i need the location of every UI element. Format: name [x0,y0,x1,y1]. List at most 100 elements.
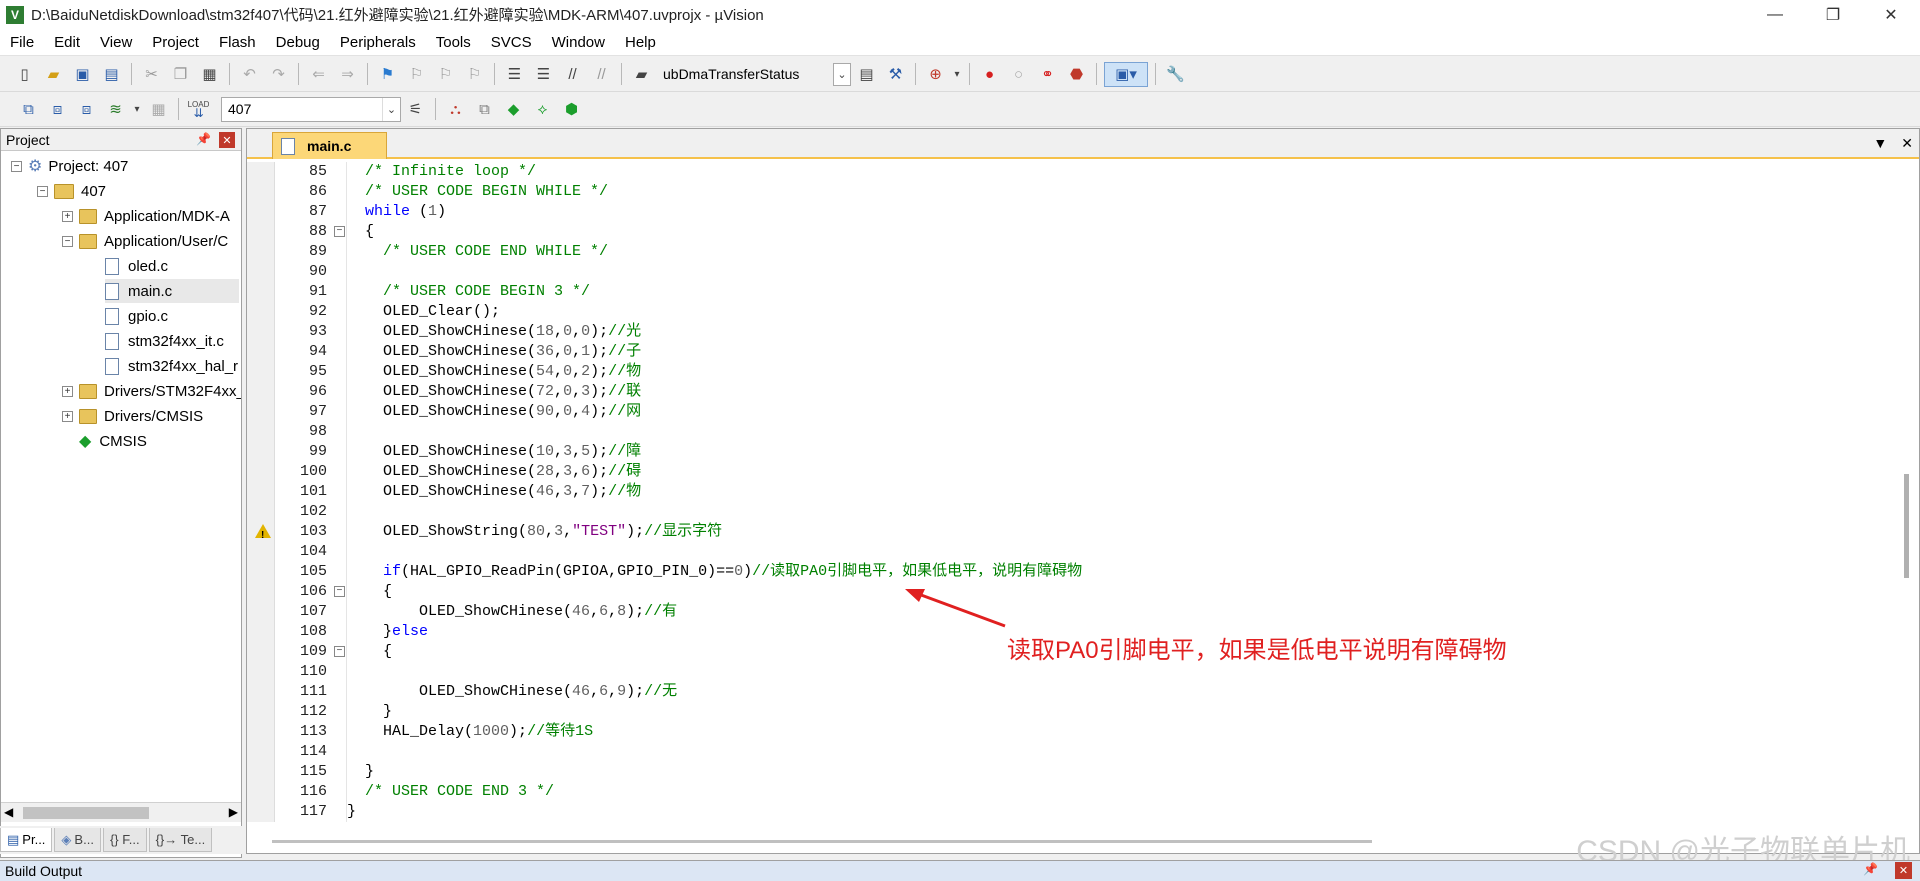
collapse-icon[interactable]: − [37,185,48,197]
code-line[interactable]: 95 OLED_ShowCHinese(54,0,2);//物 [247,362,1887,382]
scroll-right-icon[interactable]: ▶ [229,805,238,819]
tree-item-file[interactable]: oled.c [105,254,168,278]
window-layout-icon[interactable]: ▣▾ [1104,61,1148,87]
tab-list-dropdown-icon[interactable]: ▼ [1873,135,1887,152]
tab-functions[interactable]: {} F... [102,828,147,852]
find-combo[interactable]: ubDmaTransferStatus ⌄ [656,62,852,87]
copy-icon[interactable]: ❐ [168,62,193,87]
tree-item-component[interactable]: ◆ CMSIS [79,429,147,453]
tree-item-file-selected[interactable]: main.c [105,279,239,303]
menu-flash[interactable]: Flash [209,34,266,51]
fold-toggle-icon[interactable]: − [334,646,345,657]
fold-toggle-icon[interactable]: − [334,226,345,237]
code-line[interactable]: 102 [247,502,1887,522]
tree-item-file[interactable]: gpio.c [105,304,168,328]
chevron-down-icon[interactable]: ▾ [952,62,962,87]
configure-wrench-icon[interactable]: 🔧 [1163,62,1188,87]
code-line[interactable]: 104 [247,542,1887,562]
uncomment-icon[interactable]: // [589,62,614,87]
close-icon[interactable]: ✕ [1895,862,1912,879]
chevron-down-icon[interactable]: ▾ [132,97,142,122]
find-icon[interactable]: ▤ [854,62,879,87]
tree-item-group[interactable]: + Application/MDK-A [62,204,230,228]
code-line[interactable]: 94 OLED_ShowCHinese(36,0,1);//子 [247,342,1887,362]
next-bookmark-icon[interactable]: ⚐ [433,62,458,87]
download-load-icon[interactable]: LOAD ⇊ [186,97,211,122]
menu-view[interactable]: View [90,34,142,51]
code-line[interactable]: 103 OLED_ShowString(80,3,"TEST");//显示字符 [247,522,1887,546]
disable-breakpoint-icon[interactable]: ○ [1006,62,1031,87]
breakpoint-icon[interactable]: ● [977,62,1002,87]
pin-icon[interactable]: 📌 [1863,862,1878,876]
code-line[interactable]: 112 } [247,702,1887,722]
restore-button[interactable]: ❐ [1804,0,1862,29]
menu-tools[interactable]: Tools [426,34,481,51]
undo-icon[interactable]: ↶ [237,62,262,87]
debug-session-icon[interactable]: ⊕ [923,62,948,87]
tab-templates[interactable]: {}→ Te... [148,828,213,852]
target-combo[interactable]: 407 ⌄ [221,96,401,122]
tab-project[interactable]: ▤ Pr... [0,828,53,852]
close-icon[interactable]: ✕ [219,132,235,148]
comment-icon[interactable]: // [560,62,585,87]
code-line[interactable]: 99 OLED_ShowCHinese(10,3,5);//障 [247,442,1887,462]
find-in-files-icon[interactable]: ▰ [629,62,654,87]
warning-icon[interactable] [255,524,271,546]
translate-icon[interactable]: ⧉ [16,97,41,122]
collapse-icon[interactable]: − [11,160,22,172]
select-packs-icon[interactable]: ⧉ [472,97,497,122]
code-line[interactable]: 87 while (1) [247,202,1887,222]
expand-icon[interactable]: + [62,385,73,397]
scrollbar-thumb[interactable] [1904,474,1909,578]
scroll-left-icon[interactable]: ◀ [4,805,13,819]
menu-window[interactable]: Window [542,34,615,51]
code-line[interactable]: 85 /* Infinite loop */ [247,162,1887,182]
save-icon[interactable]: ▣ [70,62,95,87]
prev-bookmark-icon[interactable]: ⚐ [404,62,429,87]
scrollbar-thumb[interactable] [23,807,149,819]
code-line[interactable]: 98 [247,422,1887,442]
batch-build-icon[interactable]: ≋ [103,97,128,122]
code-line[interactable]: 113 HAL_Delay(1000);//等待1S [247,722,1887,742]
code-line[interactable]: 96 OLED_ShowCHinese(72,0,3);//联 [247,382,1887,402]
horizontal-scrollbar[interactable]: ◀ ▶ [1,802,241,822]
tab-books[interactable]: ◈ B... [54,828,101,852]
code-line[interactable]: 110 [247,662,1887,682]
code-line[interactable]: 88− { [247,222,1887,242]
menu-peripherals[interactable]: Peripherals [330,34,426,51]
fold-toggle-icon[interactable]: − [334,586,345,597]
code-line[interactable]: 106− { [247,582,1887,602]
tree-item-file[interactable]: stm32f4xx_it.c [105,329,224,353]
code-line[interactable]: 101 OLED_ShowCHinese(46,3,7);//物 [247,482,1887,502]
clear-bookmarks-icon[interactable]: ⚐ [462,62,487,87]
code-line[interactable]: 92 OLED_Clear(); [247,302,1887,322]
menu-edit[interactable]: Edit [44,34,90,51]
collapse-icon[interactable]: − [62,235,73,247]
tree-item-group[interactable]: − Application/User/C [62,229,228,253]
code-line[interactable]: 86 /* USER CODE BEGIN WHILE */ [247,182,1887,202]
pack-installer-icon[interactable]: ⟡ [530,97,555,122]
code-line[interactable]: 93 OLED_ShowCHinese(18,0,0);//光 [247,322,1887,342]
indent-icon[interactable]: ☰ [502,62,527,87]
cut-icon[interactable]: ✂ [139,62,164,87]
code-line[interactable]: 115 } [247,762,1887,782]
code-line[interactable]: 114 [247,742,1887,762]
incremental-find-icon[interactable]: ⚒ [883,62,908,87]
expand-icon[interactable]: + [62,410,73,422]
tree-item-target[interactable]: − 407 [37,179,106,203]
code-line[interactable]: 107 OLED_ShowCHinese(46,6,8);//有 [247,602,1887,622]
stop-build-icon[interactable]: ▦ [146,97,171,122]
minimize-button[interactable]: — [1746,0,1804,29]
code-line[interactable]: 89 /* USER CODE END WHILE */ [247,242,1887,262]
code-line[interactable]: 90 [247,262,1887,282]
close-button[interactable]: ✕ [1862,0,1920,29]
new-file-icon[interactable]: ▯ [12,62,37,87]
code-line[interactable]: 91 /* USER CODE BEGIN 3 */ [247,282,1887,302]
menu-svcs[interactable]: SVCS [481,34,542,51]
target-options-icon[interactable]: ⚟ [403,97,428,122]
open-folder-icon[interactable]: ▰ [41,62,66,87]
manage-project-items-icon[interactable]: ⛬ [443,97,468,122]
unindent-icon[interactable]: ☰ [531,62,556,87]
kill-breakpoints-icon[interactable]: ⬣ [1064,62,1089,87]
build-icon[interactable]: ⧈ [45,97,70,122]
